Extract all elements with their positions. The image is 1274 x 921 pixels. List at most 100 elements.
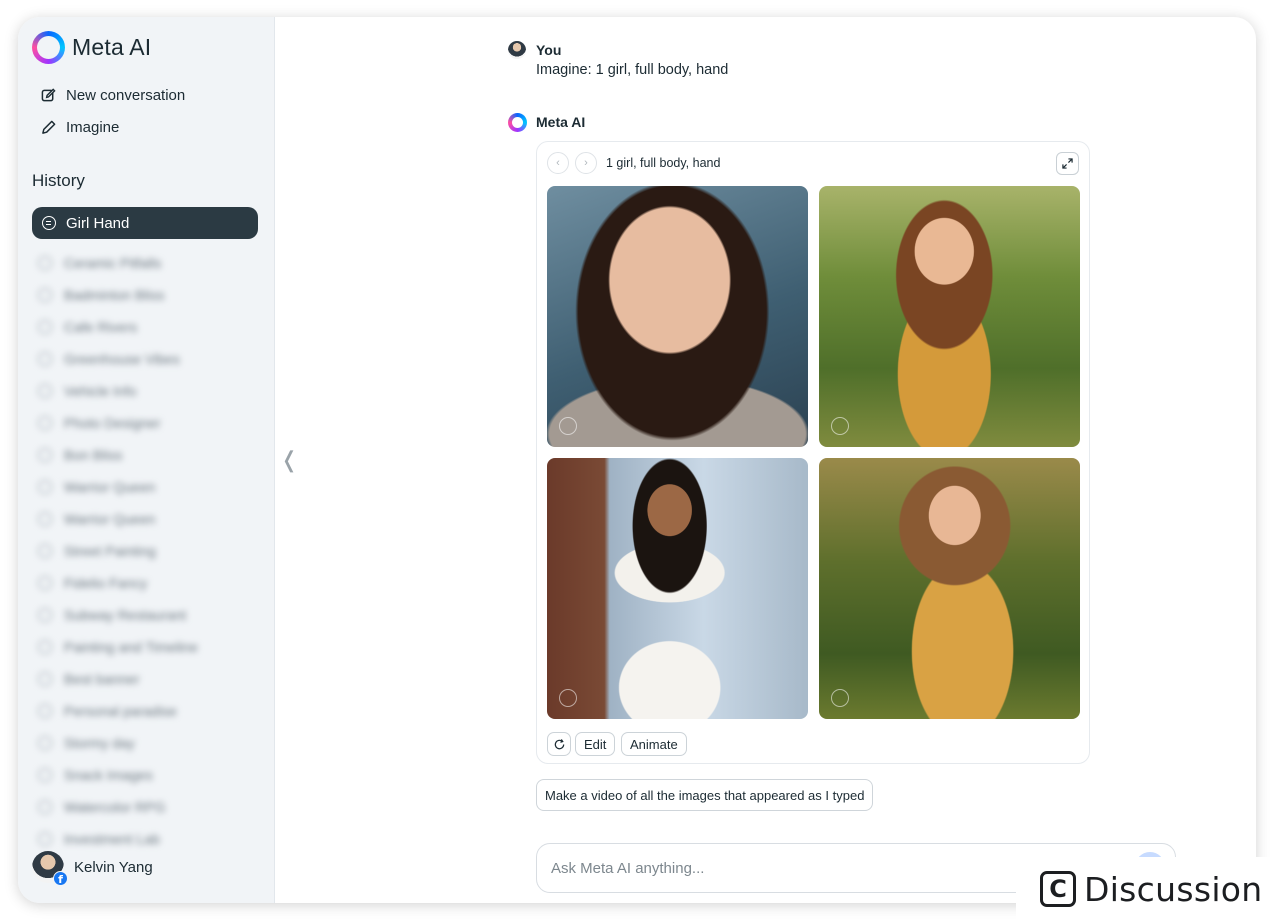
history-item[interactable]: Best banner	[38, 663, 248, 695]
history-item[interactable]: Greenhouse Vibes	[38, 343, 248, 375]
discussion-logo-icon: C	[1040, 871, 1076, 907]
user-avatar	[508, 41, 526, 59]
chat-bubble-icon	[38, 288, 52, 302]
brand[interactable]: Meta AI	[32, 31, 151, 64]
history-item[interactable]: Cafe Rivers	[38, 311, 248, 343]
user-profile[interactable]: f Kelvin Yang	[32, 851, 153, 886]
history-item-label: Warrior Queen	[64, 511, 156, 527]
history-heading: History	[32, 171, 85, 190]
history-item-label: Painting and Timeline	[64, 639, 198, 655]
sparkle-icon	[559, 689, 577, 707]
history-item[interactable]: Fidelio Fancy	[38, 567, 248, 599]
history-item-label: Cafe Rivers	[64, 319, 138, 335]
image-results-card: ‹ › 1 girl, full body, hand Edit Animate	[536, 141, 1090, 764]
history-item[interactable]: Photo Designer	[38, 407, 248, 439]
history-item-label: Bon Bliss	[64, 447, 123, 463]
history-item-label: Ceramic Pitfalls	[64, 255, 162, 271]
chat-bubble-icon	[38, 320, 52, 334]
edit-button[interactable]: Edit	[575, 732, 616, 756]
history-item[interactable]: Snack Images	[38, 759, 248, 791]
brand-name: Meta AI	[72, 34, 152, 60]
history-item[interactable]: Warrior Queen	[38, 471, 248, 503]
user-name: Kelvin Yang	[74, 858, 153, 876]
history-item-label: Personal paradise	[64, 703, 177, 719]
prompt-title: 1 girl, full body, hand	[606, 156, 721, 170]
avatar: f	[32, 851, 68, 886]
expand-icon	[1062, 158, 1073, 169]
meta-ai-logo-icon	[32, 31, 65, 64]
history-item[interactable]: Vehicle Info	[38, 375, 248, 407]
history-item-label: Street Painting	[64, 543, 156, 559]
generated-image-4[interactable]	[819, 458, 1080, 719]
facebook-icon: f	[53, 871, 68, 886]
new-conversation-button[interactable]: New conversation	[40, 87, 185, 104]
sidebar: Meta AI New conversation Imagine History…	[18, 17, 275, 903]
chat-bubble-icon	[38, 480, 52, 494]
history-list: Ceramic Pitfalls Badminton Bliss Cafe Ri…	[38, 247, 248, 855]
chat-bubble-icon	[38, 608, 52, 622]
generated-image-1[interactable]	[547, 186, 808, 447]
history-item[interactable]: Subway Restaurant	[38, 599, 248, 631]
generated-image-3[interactable]	[547, 458, 808, 719]
history-item-label: Investment Lab	[64, 831, 160, 847]
history-item-label: Warrior Queen	[64, 479, 156, 495]
chat-bubble-icon	[38, 544, 52, 558]
history-item-label: Stormy day	[64, 735, 135, 751]
chat-bubble-icon	[38, 576, 52, 590]
user-message-text: Imagine: 1 girl, full body, hand	[536, 62, 729, 78]
history-item[interactable]: Street Painting	[38, 535, 248, 567]
history-item-label: Greenhouse Vibes	[64, 351, 180, 367]
history-item[interactable]: Stormy day	[38, 727, 248, 759]
compose-icon	[40, 88, 56, 104]
ai-message-author: Meta AI	[536, 114, 586, 130]
history-item-label: Watercolor RPG	[64, 799, 166, 815]
watermark-text: Discussion	[1084, 869, 1263, 909]
history-item-label: Badminton Bliss	[64, 287, 165, 303]
chat-bubble-icon	[38, 736, 52, 750]
history-item-label: Subway Restaurant	[64, 607, 187, 623]
sparkle-icon	[831, 417, 849, 435]
app-window: Meta AI New conversation Imagine History…	[18, 17, 1256, 903]
chat-bubble-icon	[38, 256, 52, 270]
history-item-label: Girl Hand	[66, 214, 130, 232]
user-message-author: You	[536, 42, 562, 58]
previous-button[interactable]: ‹	[547, 152, 569, 174]
next-button[interactable]: ›	[575, 152, 597, 174]
suggestion-chip[interactable]: Make a video of all the images that appe…	[536, 779, 874, 811]
chat-bubble-icon	[38, 672, 52, 686]
history-item[interactable]: Painting and Timeline	[38, 631, 248, 663]
history-item-label: Snack Images	[64, 767, 153, 783]
new-conversation-label: New conversation	[66, 87, 186, 104]
history-item[interactable]: Personal paradise	[38, 695, 248, 727]
imagine-label: Imagine	[66, 119, 120, 136]
chat-bubble-icon	[38, 800, 52, 814]
chat-bubble-icon	[38, 512, 52, 526]
animate-button[interactable]: Animate	[621, 732, 687, 756]
regenerate-button[interactable]	[547, 732, 571, 756]
history-item[interactable]: Badminton Bliss	[38, 279, 248, 311]
chat-bubble-icon	[38, 448, 52, 462]
history-item-active[interactable]: Girl Hand	[32, 207, 258, 239]
history-item[interactable]: Warrior Queen	[38, 503, 248, 535]
pencil-icon	[40, 120, 56, 136]
chat-bubble-icon	[38, 832, 52, 846]
history-item[interactable]: Watercolor RPG	[38, 791, 248, 823]
history-item-label: Best banner	[64, 671, 140, 687]
expand-button[interactable]	[1056, 152, 1079, 175]
history-item-label: Photo Designer	[64, 415, 161, 431]
discussion-watermark: C Discussion	[1016, 857, 1274, 921]
chat-bubble-icon	[38, 768, 52, 782]
chat-bubble-icon	[38, 640, 52, 654]
sparkle-icon	[831, 689, 849, 707]
generated-image-2[interactable]	[819, 186, 1080, 447]
chat-bubble-icon	[38, 352, 52, 366]
chat-bubble-icon	[38, 416, 52, 430]
history-item[interactable]: Bon Bliss	[38, 439, 248, 471]
history-item[interactable]: Ceramic Pitfalls	[38, 247, 248, 279]
chat-bubble-icon	[38, 384, 52, 398]
history-item-label: Vehicle Info	[64, 383, 137, 399]
imagine-button[interactable]: Imagine	[40, 119, 119, 136]
chat-bubble-icon	[38, 704, 52, 718]
chat-area: You Imagine: 1 girl, full body, hand Met…	[276, 17, 1256, 903]
history-item-label: Fidelio Fancy	[64, 575, 148, 591]
